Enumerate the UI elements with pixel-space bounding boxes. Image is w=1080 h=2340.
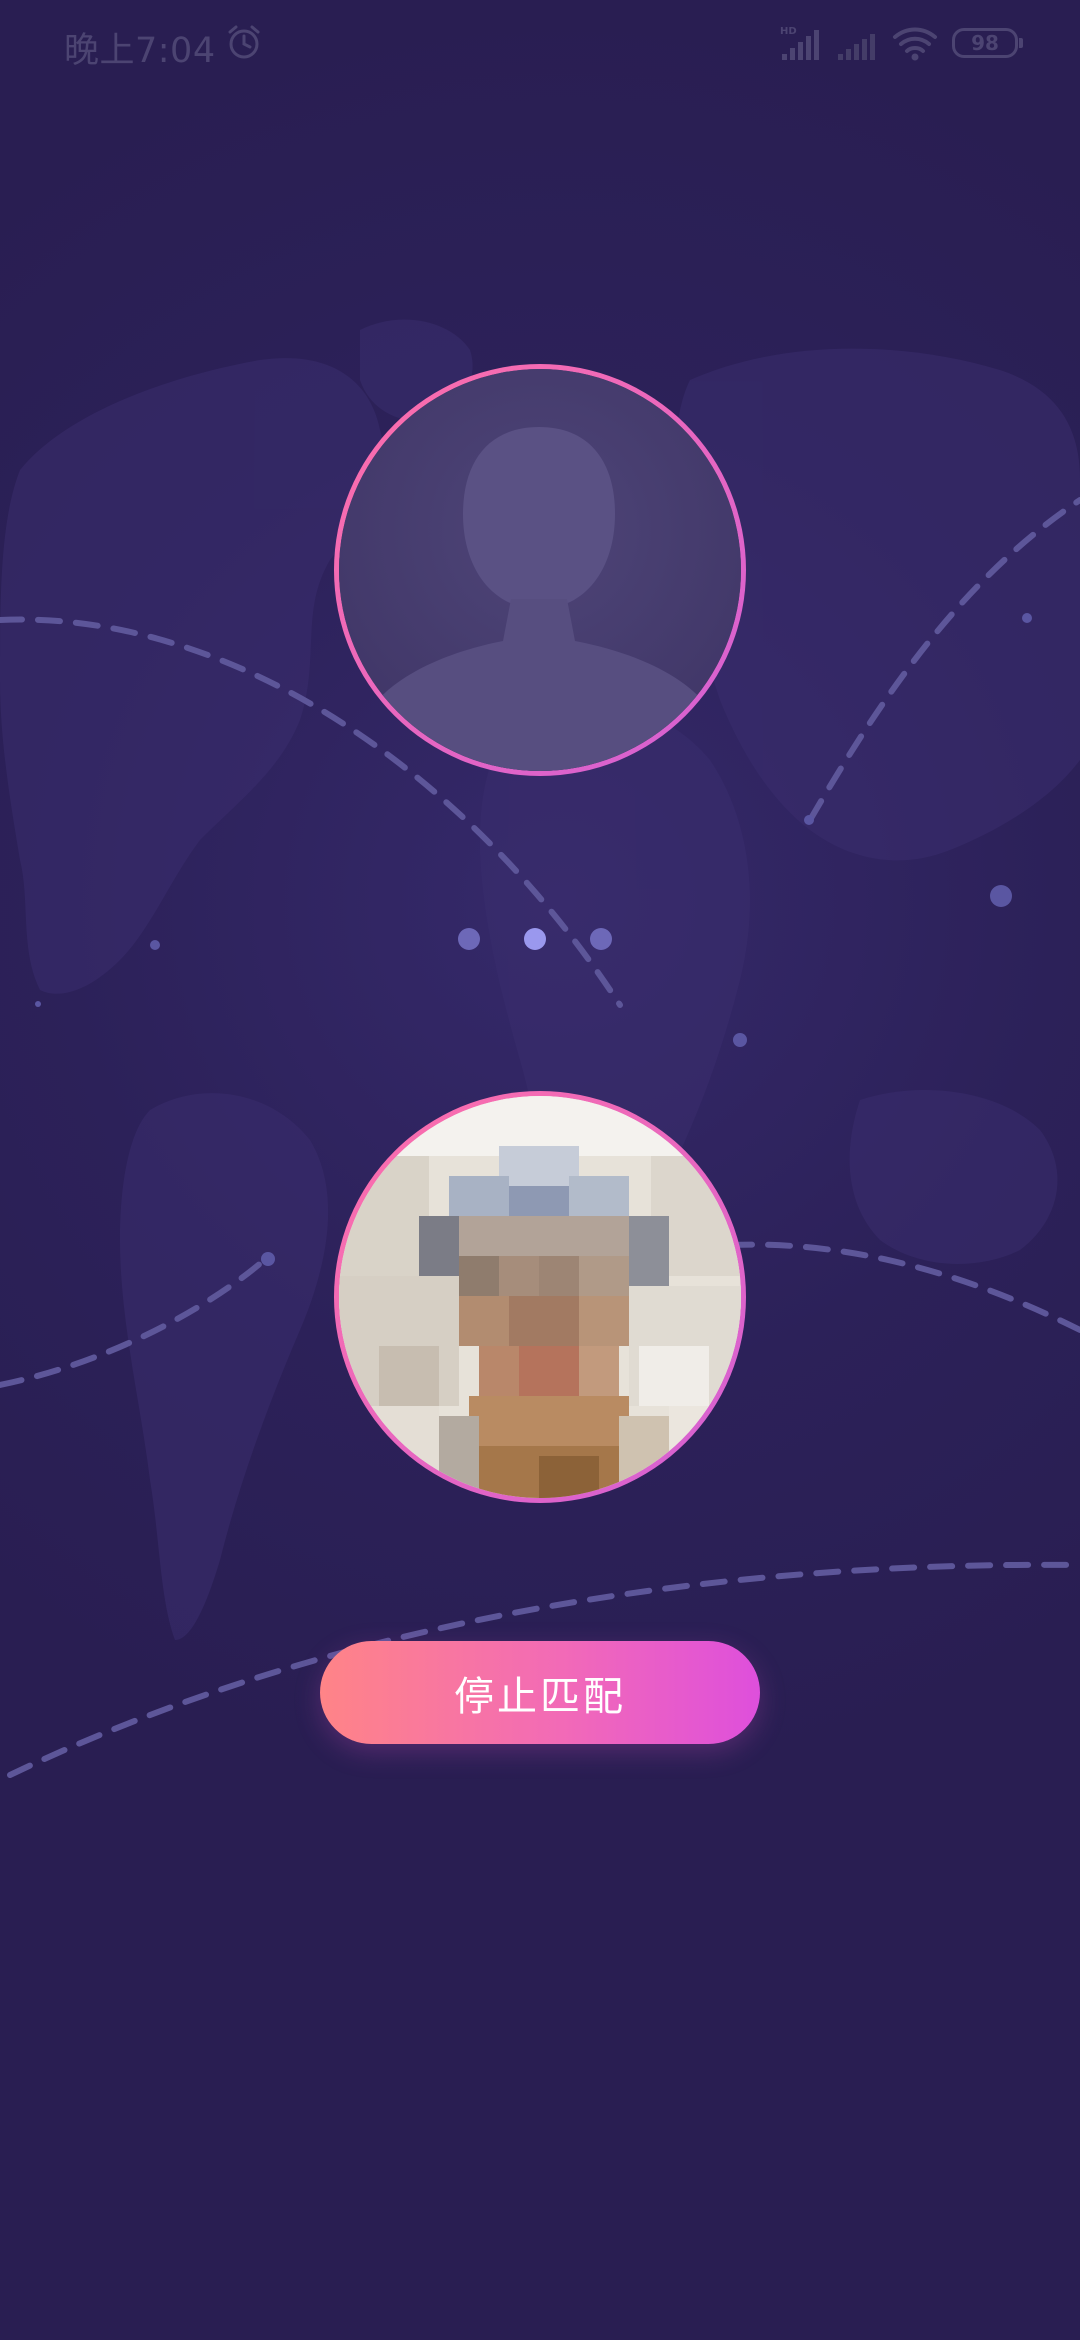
loading-dot: [458, 928, 480, 950]
loading-dot-active: [524, 928, 546, 950]
battery-icon: 98: [952, 28, 1018, 58]
loading-dot: [590, 928, 612, 950]
status-bar: 晚上7:04 HD 98: [0, 0, 1080, 92]
svg-text:HD: HD: [780, 26, 797, 37]
stop-matching-button[interactable]: 停止匹配: [320, 1641, 760, 1744]
match-screen: 晚上7:04 HD 98 停止匹配: [0, 0, 1080, 2340]
person-silhouette-icon: [339, 369, 741, 771]
wifi-icon: [893, 27, 937, 61]
battery-level: 98: [971, 31, 999, 55]
battery-cap: [1019, 38, 1023, 48]
stop-matching-label: 停止匹配: [454, 1673, 626, 1720]
user-photo: [339, 1096, 741, 1498]
self-avatar: [334, 1091, 746, 1503]
status-time: 晚上7:04: [64, 31, 216, 71]
partner-avatar: [334, 364, 746, 776]
signal-hd-icon: HD: [780, 26, 819, 60]
loading-dots: [458, 926, 628, 952]
alarm-icon: [228, 25, 260, 59]
signal-icon: [838, 34, 875, 60]
